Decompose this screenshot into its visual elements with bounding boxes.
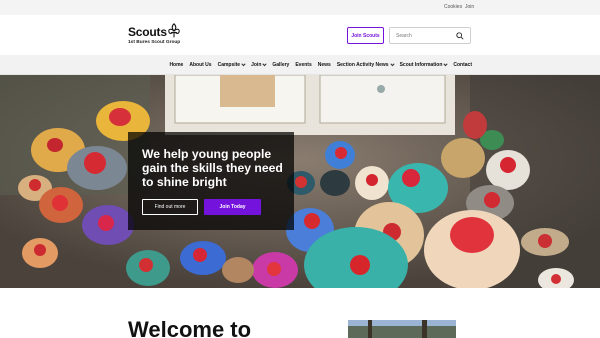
chevron-down-icon xyxy=(241,61,246,66)
find-out-more-button[interactable]: Find out more xyxy=(142,199,198,215)
chevron-down-icon xyxy=(389,61,395,66)
nav-item-events[interactable]: Events xyxy=(295,62,311,68)
fleur-de-lis-icon xyxy=(168,23,180,38)
logo-subtitle: 1st Bures Scout Group xyxy=(128,40,181,45)
nav-item-label: Section Activity News xyxy=(336,62,389,68)
welcome-image xyxy=(348,320,456,338)
chevron-down-icon xyxy=(262,61,267,66)
site-header: Scouts 1st Bures Scout Group Join Scouts xyxy=(0,15,600,55)
nav-item-contact[interactable]: Contact xyxy=(453,62,472,68)
nav-item-label: Join xyxy=(251,62,262,68)
join-scouts-button[interactable]: Join Scouts xyxy=(347,27,384,44)
site-logo[interactable]: Scouts 1st Bures Scout Group xyxy=(128,23,188,47)
nav-item-label: Contact xyxy=(453,62,472,68)
join-today-button[interactable]: Join Today xyxy=(204,199,261,215)
nav-item-gallery[interactable]: Gallery xyxy=(272,62,289,68)
welcome-heading: Welcome to xyxy=(128,317,252,338)
hero-banner: We help young people gain the skills the… xyxy=(0,75,600,288)
nav-item-label: Gallery xyxy=(272,62,290,68)
hero-image xyxy=(0,75,600,288)
join-link[interactable]: Join xyxy=(465,4,474,10)
chevron-down-icon xyxy=(443,61,448,66)
nav-item-label: Events xyxy=(295,62,312,68)
nav-item-campsite[interactable]: Campsite xyxy=(217,61,246,68)
nav-item-label: News xyxy=(317,62,331,68)
nav-item-join[interactable]: Join xyxy=(251,61,267,68)
nav-item-section-activity-news[interactable]: Section Activity News xyxy=(336,61,395,68)
logo-wordmark: Scouts xyxy=(128,25,167,39)
nav-item-label: Scout Information xyxy=(399,62,443,68)
search-icon[interactable] xyxy=(456,32,464,40)
nav-item-label: About Us xyxy=(189,62,212,68)
nav-item-scout-information[interactable]: Scout Information xyxy=(399,61,448,68)
nav-item-home[interactable]: Home xyxy=(169,62,183,68)
hero-heading: We help young people gain the skills the… xyxy=(142,147,283,189)
main-nav: Home About Us Campsite Join Gallery Events New… xyxy=(0,55,600,75)
utility-bar: Cookies Join xyxy=(0,0,600,15)
cookies-link[interactable]: Cookies xyxy=(444,4,462,10)
nav-list: Home About Us Campsite Join Gallery Events New… xyxy=(169,55,472,75)
search-input[interactable] xyxy=(396,31,456,41)
nav-item-about-us[interactable]: About Us xyxy=(189,62,211,68)
search-box xyxy=(389,27,471,44)
nav-item-label: Campsite xyxy=(217,62,241,68)
nav-item-label: Home xyxy=(169,62,184,68)
nav-item-news[interactable]: News xyxy=(318,62,331,68)
